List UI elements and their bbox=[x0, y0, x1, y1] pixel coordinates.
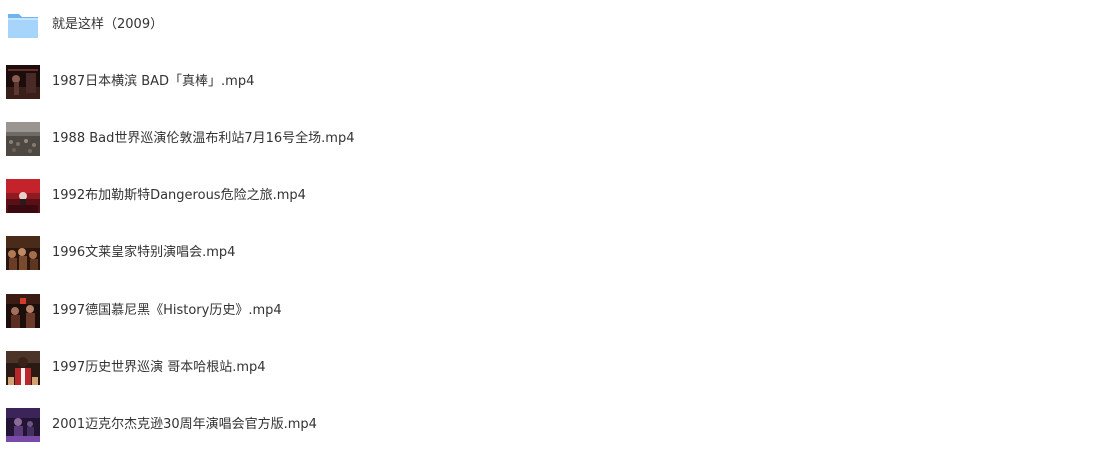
file-row[interactable]: 2001迈克尔杰克逊30周年演唱会官方版.mp4 bbox=[0, 405, 1118, 445]
video-thumbnail-icon bbox=[6, 122, 40, 156]
video-thumbnail-icon bbox=[6, 294, 40, 328]
file-row[interactable]: 1987日本横滨 BAD「真棒」.mp4 bbox=[0, 62, 1118, 102]
file-name: 1987日本横滨 BAD「真棒」.mp4 bbox=[52, 74, 255, 89]
video-thumbnail-icon bbox=[6, 351, 40, 385]
video-thumbnail-icon bbox=[6, 236, 40, 270]
file-row[interactable]: 1996文莱皇家特别演唱会.mp4 bbox=[0, 233, 1118, 273]
file-row[interactable]: 1997德国慕尼黑《History历史》.mp4 bbox=[0, 291, 1118, 331]
video-thumbnail-icon bbox=[6, 65, 40, 99]
file-name: 1997德国慕尼黑《History历史》.mp4 bbox=[52, 303, 282, 318]
file-row[interactable]: 1992布加勒斯特Dangerous危险之旅.mp4 bbox=[0, 176, 1118, 216]
file-row[interactable]: 1988 Bad世界巡演伦敦温布利站7月16号全场.mp4 bbox=[0, 119, 1118, 159]
file-name: 就是这样（2009） bbox=[52, 17, 164, 32]
file-name: 1988 Bad世界巡演伦敦温布利站7月16号全场.mp4 bbox=[52, 131, 355, 146]
folder-row[interactable]: 就是这样（2009） bbox=[0, 5, 1118, 45]
file-row[interactable]: 1997历史世界巡演 哥本哈根站.mp4 bbox=[0, 348, 1118, 388]
file-name: 1996文莱皇家特别演唱会.mp4 bbox=[52, 245, 236, 260]
file-name: 1992布加勒斯特Dangerous危险之旅.mp4 bbox=[52, 188, 306, 203]
folder-icon bbox=[6, 8, 40, 42]
file-name: 2001迈克尔杰克逊30周年演唱会官方版.mp4 bbox=[52, 417, 317, 432]
file-list: 就是这样（2009） 1987日本横滨 BAD「真棒」.mp4 1988 Bad… bbox=[0, 0, 1118, 450]
file-name: 1997历史世界巡演 哥本哈根站.mp4 bbox=[52, 360, 266, 375]
video-thumbnail-icon bbox=[6, 408, 40, 442]
video-thumbnail-icon bbox=[6, 179, 40, 213]
